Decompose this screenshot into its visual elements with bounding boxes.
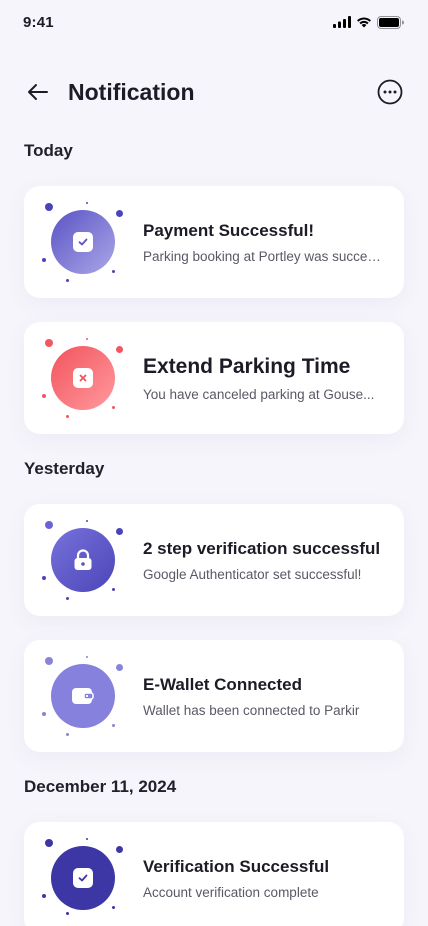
- badge: [73, 368, 93, 388]
- decor-dot: [66, 279, 69, 282]
- decor-dot: [45, 657, 53, 665]
- decor-dot: [42, 894, 46, 898]
- notification-description: Parking booking at Portley was successfu…: [143, 248, 383, 264]
- notification-text: E-Wallet Connected Wallet has been conne…: [143, 675, 388, 718]
- notification-description: You have canceled parking at Gouse...: [143, 386, 375, 402]
- notification-card[interactable]: Payment Successful! Parking booking at P…: [24, 186, 404, 298]
- notification-icon-wrap: [24, 322, 124, 434]
- notification-description: Wallet has been connected to Parkir: [143, 702, 360, 718]
- decor-dot: [42, 394, 46, 398]
- notification-text: Payment Successful! Parking booking at P…: [143, 221, 388, 264]
- notification-icon-circle: [51, 210, 115, 274]
- notification-title: Extend Parking Time: [143, 354, 351, 378]
- decor-dot: [45, 521, 53, 529]
- notification-icon-wrap: [24, 822, 124, 926]
- status-icons: [333, 15, 404, 29]
- decor-dot: [42, 576, 46, 580]
- notification-icon-wrap: [24, 186, 124, 298]
- wifi-icon: [357, 17, 371, 28]
- decor-dot: [42, 712, 46, 716]
- notification-icon-circle: [51, 664, 115, 728]
- decor-dot: [66, 733, 69, 736]
- badge: [73, 868, 93, 888]
- decor-dot: [66, 912, 69, 915]
- decor-dot: [112, 906, 115, 909]
- lock-icon: [74, 549, 92, 570]
- check-icon: [78, 874, 88, 882]
- notification-text: 2 step verification successful Google Au…: [143, 539, 388, 582]
- decor-dot: [112, 588, 115, 591]
- back-button[interactable]: [24, 78, 52, 106]
- notification-text: Verification Successful Account verifica…: [143, 857, 388, 900]
- decor-dot: [42, 258, 46, 262]
- decor-dot: [116, 664, 123, 671]
- arrow-left-icon: [28, 84, 48, 100]
- notification-icon-circle: [51, 346, 115, 410]
- close-icon: [79, 374, 87, 382]
- notification-title: 2 step verification successful: [143, 538, 381, 558]
- notification-card[interactable]: Verification Successful Account verifica…: [24, 822, 404, 926]
- notification-title: Verification Successful: [143, 856, 330, 876]
- decor-dot: [86, 656, 88, 658]
- section-title-yesterday: Yesterday: [24, 459, 105, 478]
- decor-dot: [86, 202, 88, 204]
- decor-dot: [86, 520, 88, 522]
- decor-dot: [86, 338, 88, 340]
- status-time: 9:41: [23, 13, 54, 31]
- decor-dot: [116, 846, 123, 853]
- notification-title: E-Wallet Connected: [143, 674, 302, 694]
- section-title-today: Today: [24, 141, 73, 160]
- notification-title: Payment Successful!: [143, 220, 315, 240]
- decor-dot: [66, 415, 69, 418]
- notification-icon-wrap: [24, 504, 124, 616]
- notification-description: Account verification complete: [143, 884, 319, 900]
- decor-dot: [45, 203, 53, 211]
- decor-dot: [45, 339, 53, 347]
- decor-dot: [112, 724, 115, 727]
- decor-dot: [86, 838, 88, 840]
- notification-description: Google Authenticator set successful!: [143, 566, 362, 582]
- battery-icon: [377, 15, 404, 29]
- check-icon: [78, 238, 88, 246]
- section-title-december: December 11, 2024: [24, 777, 177, 796]
- decor-dot: [66, 597, 69, 600]
- wallet-icon: [72, 688, 94, 704]
- decor-dot: [116, 210, 123, 217]
- badge: [73, 232, 93, 252]
- notification-icon-circle: [51, 846, 115, 910]
- more-horizontal-icon: [377, 79, 403, 105]
- decor-dot: [112, 406, 115, 409]
- header: Notification: [0, 72, 428, 112]
- notification-text: Extend Parking Time You have canceled pa…: [143, 355, 388, 402]
- notification-card[interactable]: Extend Parking Time You have canceled pa…: [24, 322, 404, 434]
- page-title: Notification: [68, 78, 195, 105]
- notification-card[interactable]: 2 step verification successful Google Au…: [24, 504, 404, 616]
- decor-dot: [116, 346, 123, 353]
- more-options-button[interactable]: [376, 78, 404, 106]
- notification-icon-circle: [51, 528, 115, 592]
- decor-dot: [112, 270, 115, 273]
- decor-dot: [116, 528, 123, 535]
- signal-icon: [333, 16, 351, 28]
- notification-card[interactable]: E-Wallet Connected Wallet has been conne…: [24, 640, 404, 752]
- notification-icon-wrap: [24, 640, 124, 752]
- status-bar: 9:41: [0, 0, 428, 44]
- decor-dot: [45, 839, 53, 847]
